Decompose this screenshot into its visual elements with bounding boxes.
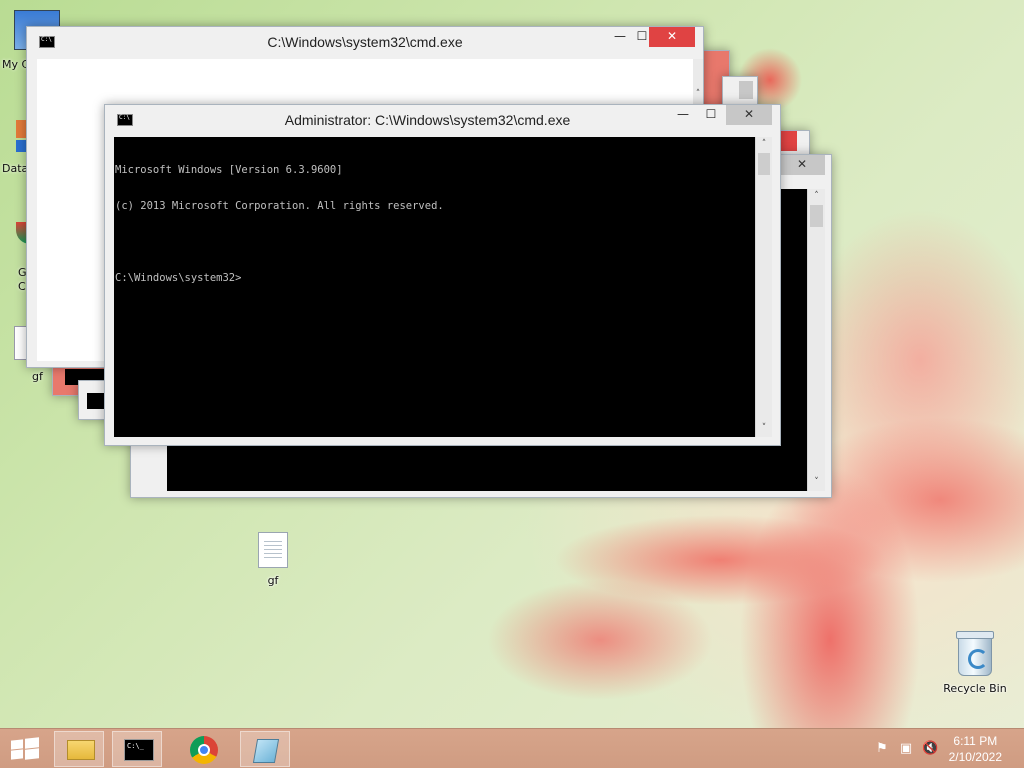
taskbar-notepad[interactable] bbox=[240, 731, 290, 767]
close-button[interactable]: ✕ bbox=[779, 155, 825, 175]
folder-icon bbox=[67, 740, 95, 760]
volume-muted-icon[interactable]: 🔇 bbox=[922, 741, 938, 757]
network-icon[interactable]: ▣ bbox=[898, 741, 914, 757]
notepad-icon bbox=[252, 739, 280, 763]
scrollbar-back[interactable]: ˄ bbox=[693, 59, 703, 107]
cmd-taskbar-icon: C:\_ bbox=[124, 739, 154, 761]
gf-edge-label: gf bbox=[32, 370, 43, 383]
console-output[interactable]: Microsoft Windows [Version 6.3.9600] (c)… bbox=[114, 137, 755, 437]
clock[interactable]: 6:11 PM 2/10/2022 bbox=[949, 733, 1002, 765]
recycle-bin[interactable]: Recycle Bin bbox=[940, 631, 1010, 695]
titlebar[interactable]: C:\Windows\system32\cmd.exe — ☐ ✕ bbox=[27, 27, 703, 57]
clock-time: 6:11 PM bbox=[953, 734, 998, 748]
scroll-up-arrow[interactable]: ˄ bbox=[693, 87, 703, 101]
console-prompt: C:\Windows\system32> bbox=[115, 272, 242, 284]
action-center-flag-icon[interactable]: ⚑ bbox=[874, 741, 890, 757]
chrome-shortcut-label-2: C bbox=[18, 280, 26, 293]
scroll-thumb[interactable] bbox=[758, 153, 770, 175]
recycle-bin-label: Recycle Bin bbox=[943, 682, 1007, 695]
chrome-icon bbox=[190, 736, 218, 764]
taskbar-file-explorer[interactable] bbox=[54, 731, 104, 767]
data-icon-label: Data bbox=[2, 162, 29, 175]
maximize-button[interactable]: ☐ bbox=[698, 105, 724, 125]
minimize-button[interactable]: — bbox=[670, 105, 696, 125]
close-button[interactable]: ✕ bbox=[649, 27, 695, 47]
scroll-thumb[interactable] bbox=[810, 205, 823, 227]
taskbar-chrome[interactable] bbox=[180, 731, 230, 767]
scrollbar-lower[interactable]: ˄ ˅ bbox=[807, 189, 825, 491]
scroll-down-arrow[interactable]: ˅ bbox=[808, 475, 825, 489]
taskbar-cmd[interactable]: C:\_ bbox=[112, 731, 162, 767]
console-line: Microsoft Windows [Version 6.3.9600] bbox=[115, 164, 343, 176]
titlebar[interactable]: Administrator: C:\Windows\system32\cmd.e… bbox=[105, 105, 780, 135]
start-button[interactable] bbox=[11, 737, 39, 760]
recycle-bin-icon bbox=[956, 631, 994, 676]
close-button[interactable]: ✕ bbox=[726, 105, 772, 125]
scroll-down-arrow[interactable]: ˅ bbox=[756, 421, 772, 435]
gf-file-label: gf bbox=[267, 574, 279, 587]
gf-file-icon[interactable]: gf bbox=[238, 532, 308, 587]
text-file-icon bbox=[258, 532, 288, 568]
scroll-up-arrow[interactable]: ˄ bbox=[808, 189, 825, 203]
taskbar: C:\_ ⚑ ▣ 🔇 6:11 PM 2/10/2022 bbox=[0, 728, 1024, 768]
windows-logo-icon bbox=[11, 739, 23, 750]
window-title: C:\Windows\system32\cmd.exe bbox=[267, 34, 463, 50]
console-line: (c) 2013 Microsoft Corporation. All righ… bbox=[115, 200, 444, 212]
cmd-window-admin[interactable]: Administrator: C:\Windows\system32\cmd.e… bbox=[104, 104, 781, 446]
scrollbar-admin[interactable]: ˄ ˅ bbox=[755, 137, 772, 437]
scroll-up-arrow[interactable]: ˄ bbox=[756, 137, 772, 151]
clock-date: 2/10/2022 bbox=[948, 750, 1002, 764]
